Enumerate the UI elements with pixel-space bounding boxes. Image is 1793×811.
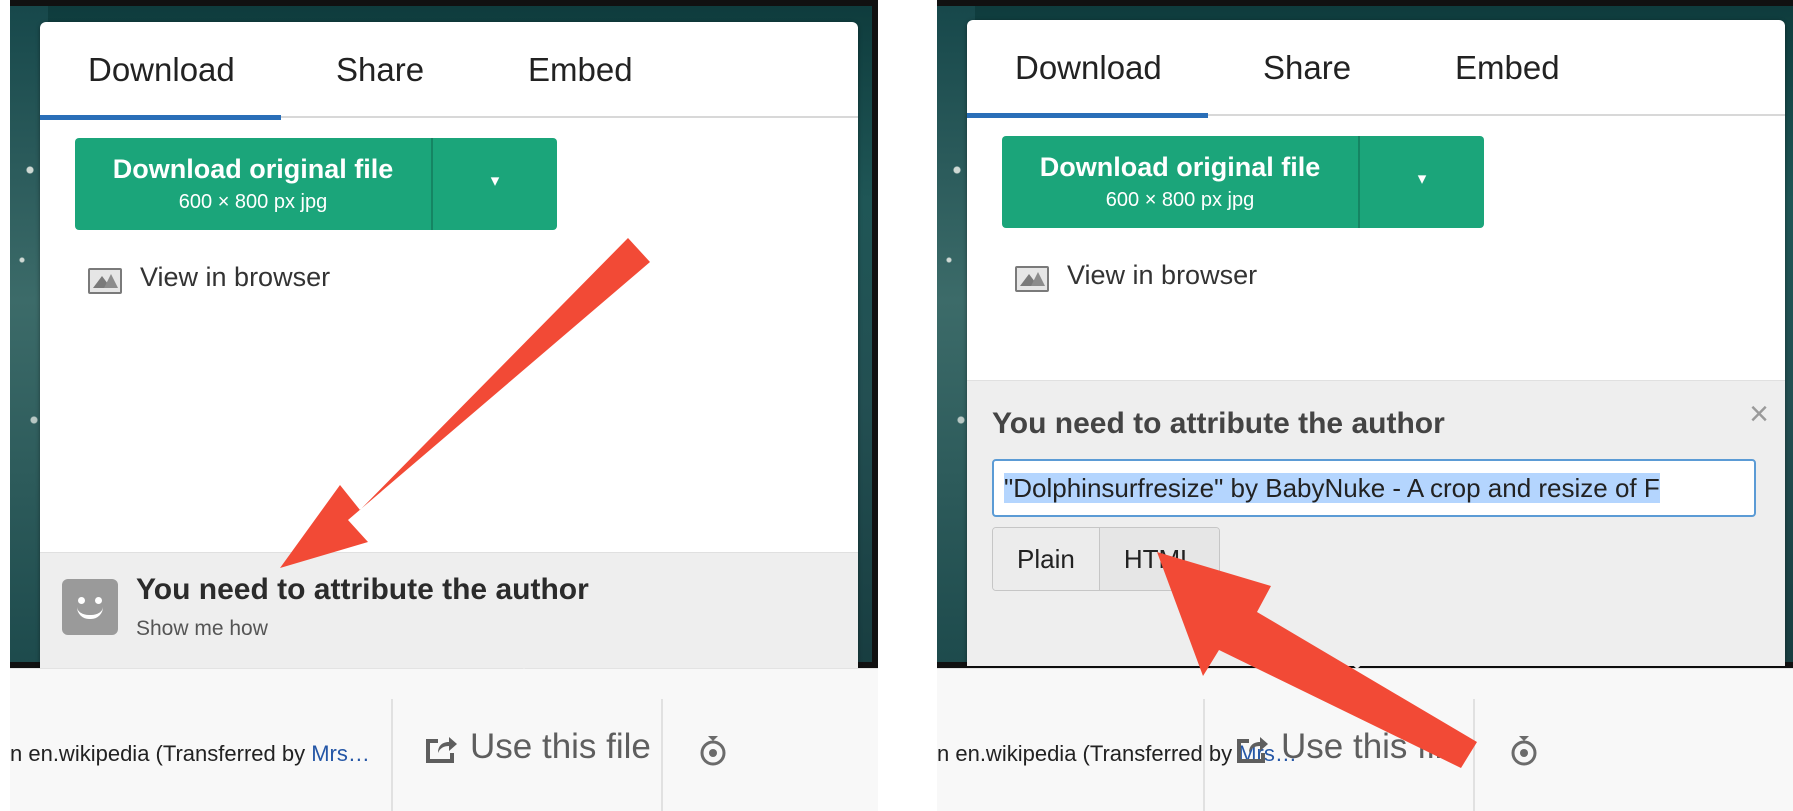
close-icon[interactable]: × [1749, 395, 1769, 434]
attribution-text: "Dolphinsurfresize" by BabyNuke - A crop… [1004, 473, 1660, 503]
format-plain-button[interactable]: Plain [993, 528, 1099, 590]
attribution-text-field[interactable]: "Dolphinsurfresize" by BabyNuke - A crop… [992, 459, 1756, 517]
use-this-file-label: Use this file [470, 727, 651, 766]
chevron-down-icon[interactable]: ▾ [1360, 136, 1484, 228]
bottom-toolbar: n en.wikipedia (Transferred by Mrs… Use … [937, 649, 1793, 811]
format-html-button[interactable]: HTML [1098, 528, 1219, 590]
download-original-button[interactable]: Download original file 600 × 800 px jpg … [75, 138, 557, 230]
use-this-file-label: Use this file [1281, 727, 1462, 766]
panel-right: Download Share Embed Download original f… [937, 0, 1793, 811]
chevron-down-icon[interactable]: ▾ [433, 138, 557, 230]
download-original-button[interactable]: Download original file 600 × 800 px jpg … [1002, 136, 1484, 228]
tab-download[interactable]: Download [967, 20, 1208, 118]
tab-share[interactable]: Share [1263, 20, 1351, 116]
credit-prefix: n en.wikipedia (Transferred by [10, 741, 312, 766]
use-file-dialog: Download Share Embed Download original f… [40, 22, 858, 668]
download-main-area[interactable]: Download original file 600 × 800 px jpg [75, 138, 431, 230]
toolbar-divider [1203, 699, 1205, 811]
attribution-panel: You need to attribute the author × "Dolp… [967, 380, 1785, 666]
share-icon [426, 737, 457, 763]
attribution-title: You need to attribute the author [136, 573, 589, 606]
smiley-icon [62, 579, 118, 635]
reuse-icon[interactable] [696, 733, 730, 767]
download-subtitle: 600 × 800 px jpg [1105, 189, 1255, 211]
format-toggle: Plain HTML [992, 527, 1220, 591]
image-icon [1015, 266, 1049, 292]
download-main-area[interactable]: Download original file 600 × 800 px jpg [1002, 136, 1358, 228]
tab-embed[interactable]: Embed [528, 22, 633, 118]
panel-left: Download Share Embed Download original f… [10, 0, 878, 811]
toolbar-divider [391, 699, 393, 811]
credit-text: n en.wikipedia (Transferred by Mrs… [10, 741, 370, 767]
tab-embed[interactable]: Embed [1455, 20, 1560, 116]
share-icon [1237, 737, 1268, 763]
tab-bar: Download Share Embed [967, 20, 1785, 118]
use-file-dialog: Download Share Embed Download original f… [967, 20, 1785, 666]
dialog-pointer [502, 649, 546, 669]
reuse-icon[interactable] [1507, 733, 1541, 767]
tab-share[interactable]: Share [336, 22, 424, 118]
download-title: Download original file [1039, 152, 1321, 182]
dialog-pointer [1335, 649, 1379, 669]
view-in-browser-label: View in browser [1067, 260, 1258, 290]
toolbar-divider [661, 699, 663, 811]
toolbar-divider [1473, 699, 1475, 811]
view-in-browser-label: View in browser [140, 262, 331, 292]
image-icon [88, 268, 122, 294]
tab-bar: Download Share Embed [40, 22, 858, 120]
download-title: Download original file [112, 154, 394, 184]
bottom-toolbar: n en.wikipedia (Transferred by Mrs… Use … [10, 649, 878, 811]
download-subtitle: 600 × 800 px jpg [178, 191, 328, 213]
attribution-title: You need to attribute the author [992, 407, 1445, 440]
show-me-how-link[interactable]: Show me how [136, 617, 268, 641]
credit-prefix: n en.wikipedia (Transferred by [937, 741, 1239, 766]
tab-download[interactable]: Download [40, 22, 281, 120]
attribution-notice[interactable]: You need to attribute the author Show me… [40, 552, 858, 668]
credit-author-link[interactable]: Mrs… [311, 741, 370, 766]
